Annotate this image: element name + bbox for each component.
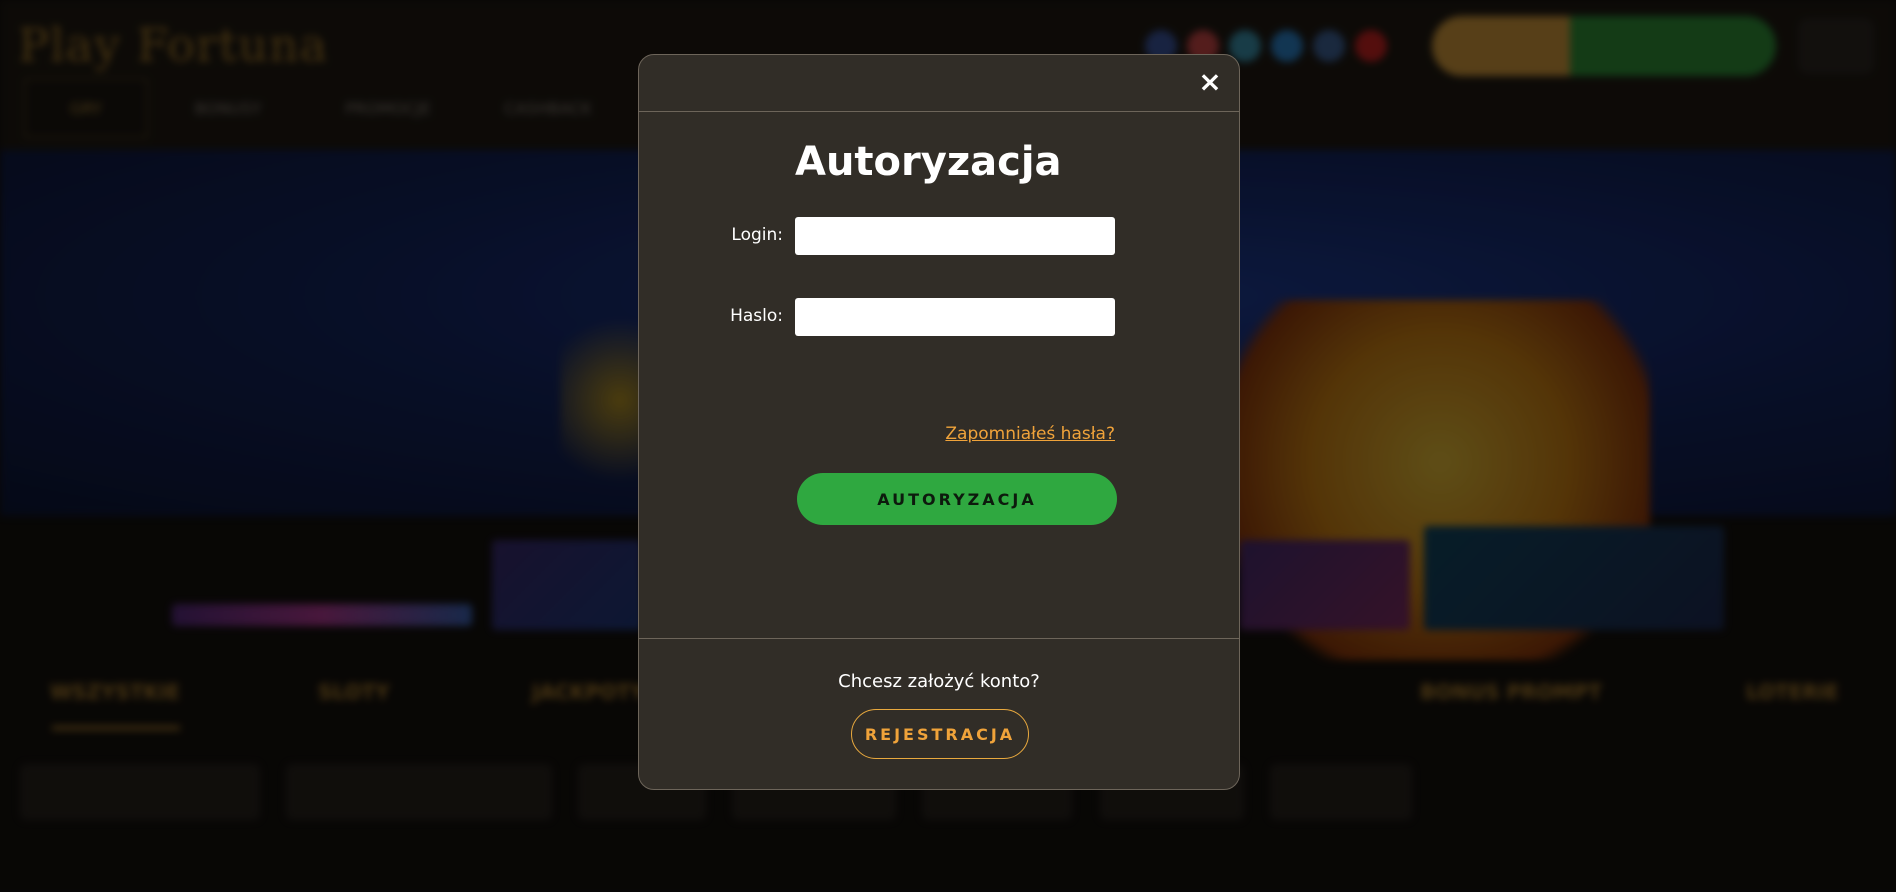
close-icon[interactable]: ×	[1195, 67, 1225, 97]
modal-header: ×	[639, 55, 1239, 112]
login-input[interactable]	[795, 217, 1115, 255]
modal-title: Autoryzacja	[795, 139, 1062, 185]
password-input[interactable]	[795, 298, 1115, 336]
forgot-password-link[interactable]: Zapomniałeś hasła?	[945, 424, 1115, 444]
login-modal: × Autoryzacja Login: Haslo: Zapomniałeś …	[638, 54, 1240, 790]
authorize-button[interactable]: AUTORYZACJA	[797, 473, 1117, 525]
password-label: Haslo:	[730, 306, 783, 326]
register-button[interactable]: REJESTRACJA	[851, 709, 1029, 759]
login-label: Login:	[731, 225, 783, 245]
modal-footer-divider	[639, 638, 1239, 639]
register-prompt: Chcesz założyć konto?	[838, 671, 1040, 692]
